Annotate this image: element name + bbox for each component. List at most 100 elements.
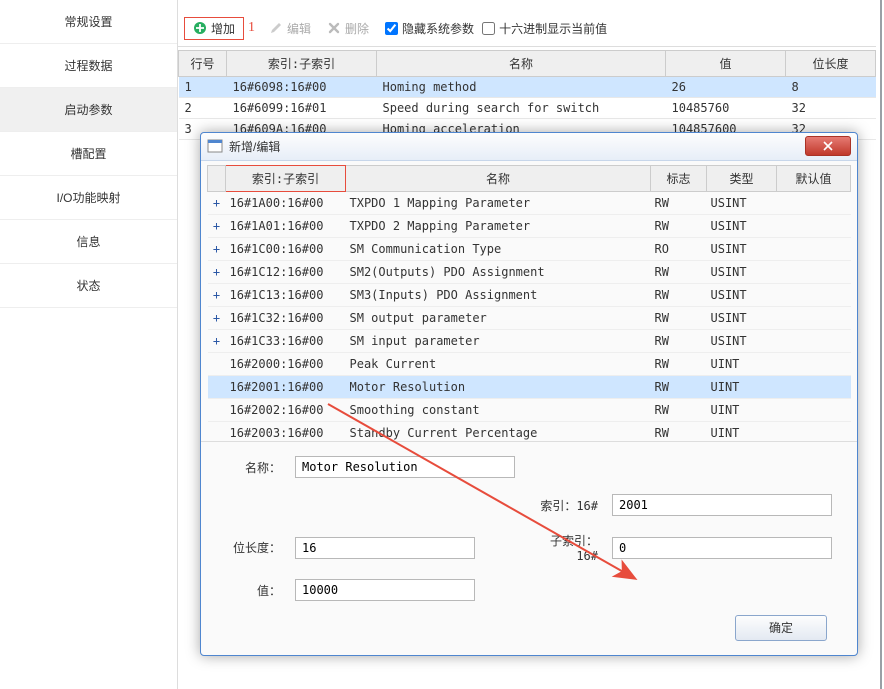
x-icon [327, 21, 341, 35]
col-index[interactable]: 索引:子索引 [227, 51, 377, 77]
cell-default [777, 237, 851, 260]
delete-button[interactable]: 删除 [319, 18, 377, 39]
table-row[interactable]: +16#1C12:16#00SM2(Outputs) PDO Assignmen… [208, 260, 851, 283]
expand-icon[interactable] [208, 375, 226, 398]
cell-type: USINT [707, 214, 777, 237]
table-row[interactable]: +16#1C32:16#00SM output parameterRWUSINT [208, 306, 851, 329]
cell-name: SM3(Inputs) PDO Assignment [346, 283, 651, 306]
cell-default [777, 191, 851, 214]
cell-index: 16#1C12:16#00 [226, 260, 346, 283]
cell-flag: RW [651, 283, 707, 306]
expand-icon[interactable]: + [208, 214, 226, 237]
hide-sys-params-checkbox[interactable]: 隐藏系统参数 [385, 20, 474, 37]
hide-sys-params-label: 隐藏系统参数 [402, 20, 474, 37]
dcol-index[interactable]: 索引:子索引 [226, 165, 346, 191]
hex-display-checkbox[interactable]: 十六进制显示当前值 [482, 20, 607, 37]
sidebar-item-label: 状态 [76, 279, 100, 293]
cell-default [777, 283, 851, 306]
expand-icon[interactable] [208, 398, 226, 421]
cell: 2 [179, 98, 227, 119]
table-row[interactable]: 1 16#6098:16#00 Homing method 26 8 [179, 77, 876, 98]
expand-icon[interactable] [208, 421, 226, 442]
sidebar-item-slot-config[interactable]: 槽配置 [0, 132, 177, 176]
cell-flag: RW [651, 421, 707, 442]
subindex-input[interactable] [612, 537, 832, 559]
cell: 32 [786, 98, 876, 119]
dialog-grid-container[interactable]: 索引:子索引 名称 标志 类型 默认值 +16#1A00:16#00TXPDO … [201, 161, 857, 442]
window-right-border [880, 0, 882, 689]
plus-circle-icon [193, 21, 207, 35]
sidebar-item-label: 启动参数 [64, 103, 112, 117]
cell-index: 16#1C33:16#00 [226, 329, 346, 352]
dcol-default[interactable]: 默认值 [777, 165, 851, 191]
sidebar-item-status[interactable]: 状态 [0, 264, 177, 308]
cell-flag: RW [651, 352, 707, 375]
table-row[interactable]: 16#2003:16#00Standby Current PercentageR… [208, 421, 851, 442]
hex-display-label: 十六进制显示当前值 [499, 20, 607, 37]
bitlen-input[interactable] [295, 537, 475, 559]
col-value[interactable]: 值 [666, 51, 786, 77]
cell-default [777, 306, 851, 329]
expand-icon[interactable]: + [208, 329, 226, 352]
dialog-button-row: 确定 [201, 609, 857, 655]
table-row[interactable]: +16#1A00:16#00TXPDO 1 Mapping ParameterR… [208, 191, 851, 214]
value-input[interactable] [295, 579, 475, 601]
dcol-type[interactable]: 类型 [707, 165, 777, 191]
expand-icon[interactable]: + [208, 191, 226, 214]
sidebar-item-info[interactable]: 信息 [0, 220, 177, 264]
cell-type: UINT [707, 421, 777, 442]
dialog-titlebar[interactable]: 新增/编辑 [201, 133, 857, 161]
cell-flag: RW [651, 398, 707, 421]
annotation-1: 1 [248, 20, 255, 36]
cell-name: SM input parameter [346, 329, 651, 352]
expand-icon[interactable]: + [208, 260, 226, 283]
cell-name: Peak Current [346, 352, 651, 375]
cell-index: 16#1C32:16#00 [226, 306, 346, 329]
expand-icon[interactable]: + [208, 237, 226, 260]
table-row[interactable]: 16#2000:16#00Peak CurrentRWUINT [208, 352, 851, 375]
cell-name: SM2(Outputs) PDO Assignment [346, 260, 651, 283]
table-row[interactable]: +16#1C00:16#00SM Communication TypeROUSI… [208, 237, 851, 260]
table-row[interactable]: 16#2002:16#00Smoothing constantRWUINT [208, 398, 851, 421]
edit-button[interactable]: 编辑 [261, 18, 319, 39]
cell-default [777, 421, 851, 442]
sidebar-item-io-mapping[interactable]: I/O功能映射 [0, 176, 177, 220]
sidebar-item-general[interactable]: 常规设置 [0, 0, 177, 44]
add-button[interactable]: 增加 [184, 17, 244, 40]
hex-display-checkbox-input[interactable] [482, 22, 495, 35]
add-button-label: 增加 [211, 20, 235, 37]
cell-flag: RW [651, 375, 707, 398]
name-input[interactable] [295, 456, 515, 478]
cell-index: 16#2002:16#00 [226, 398, 346, 421]
cell-default [777, 260, 851, 283]
table-row[interactable]: +16#1A01:16#00TXPDO 2 Mapping ParameterR… [208, 214, 851, 237]
hide-sys-params-checkbox-input[interactable] [385, 22, 398, 35]
col-rownum[interactable]: 行号 [179, 51, 227, 77]
dcol-name[interactable]: 名称 [346, 165, 651, 191]
sidebar-item-label: 常规设置 [64, 15, 112, 29]
table-row[interactable]: 16#2001:16#00Motor ResolutionRWUINT [208, 375, 851, 398]
edit-button-label: 编辑 [287, 20, 311, 37]
table-row[interactable]: +16#1C13:16#00SM3(Inputs) PDO Assignment… [208, 283, 851, 306]
dialog-title: 新增/编辑 [229, 138, 805, 155]
col-bitlen[interactable]: 位长度 [786, 51, 876, 77]
col-name[interactable]: 名称 [377, 51, 666, 77]
expand-icon[interactable]: + [208, 306, 226, 329]
close-button[interactable] [805, 136, 851, 156]
expand-icon[interactable] [208, 352, 226, 375]
cell-index: 16#1A00:16#00 [226, 191, 346, 214]
table-row[interactable]: +16#1C33:16#00SM input parameterRWUSINT [208, 329, 851, 352]
cell: 16#6098:16#00 [227, 77, 377, 98]
index-input[interactable] [612, 494, 832, 516]
dcol-flag[interactable]: 标志 [651, 165, 707, 191]
cell-name: Smoothing constant [346, 398, 651, 421]
cell-flag: RO [651, 237, 707, 260]
cell: 1 [179, 77, 227, 98]
sidebar-item-startup-params[interactable]: 启动参数 [0, 88, 177, 132]
sidebar-item-process-data[interactable]: 过程数据 [0, 44, 177, 88]
ok-button[interactable]: 确定 [735, 615, 827, 641]
cell-type: USINT [707, 260, 777, 283]
expand-icon[interactable]: + [208, 283, 226, 306]
cell-type: USINT [707, 237, 777, 260]
table-row[interactable]: 2 16#6099:16#01 Speed during search for … [179, 98, 876, 119]
